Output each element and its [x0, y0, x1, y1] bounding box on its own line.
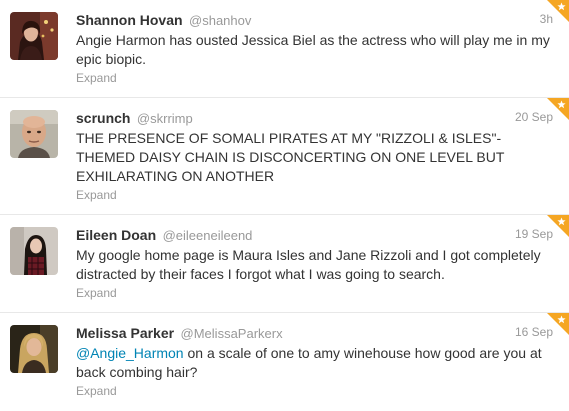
tweet-text: My google home page is Maura Isles and J…: [76, 247, 545, 282]
tweet-content: Eileen Doan @eileeneileend 19 Sep My goo…: [76, 225, 553, 302]
tweet-header: Melissa Parker @MelissaParkerx: [76, 323, 553, 343]
tweet-content: scrunch @skrrimp 20 Sep THE PRESENCE OF …: [76, 108, 553, 204]
tweet-text: @Angie_Harmon on a scale of one to amy w…: [76, 344, 553, 382]
avatar[interactable]: [10, 227, 58, 275]
favorite-star-icon: [547, 0, 569, 22]
tweet-item[interactable]: scrunch @skrrimp 20 Sep THE PRESENCE OF …: [0, 98, 569, 215]
avatar[interactable]: [10, 110, 58, 158]
avatar-photo-icon: [10, 110, 58, 158]
tweet-item[interactable]: Melissa Parker @MelissaParkerx 16 Sep @A…: [0, 313, 569, 411]
avatar-photo-icon: [10, 227, 58, 275]
tweet-header: scrunch @skrrimp: [76, 108, 553, 128]
tweet-content: Melissa Parker @MelissaParkerx 16 Sep @A…: [76, 323, 553, 400]
tweet-author-username[interactable]: @eileeneileend: [163, 228, 253, 243]
tweet-header: Shannon Hovan @shanhov: [76, 10, 553, 30]
expand-link[interactable]: Expand: [76, 383, 553, 400]
tweet-author-name[interactable]: Melissa Parker: [76, 325, 174, 341]
favorite-star-icon: [547, 215, 569, 237]
tweet-author-username[interactable]: @skrrimp: [137, 111, 193, 126]
mention-link[interactable]: @Angie_Harmon: [76, 345, 184, 361]
avatar[interactable]: [10, 12, 58, 60]
avatar-photo-icon: [10, 12, 58, 60]
tweet-author-name[interactable]: Shannon Hovan: [76, 12, 183, 28]
tweet-author-name[interactable]: Eileen Doan: [76, 227, 156, 243]
tweet-text: THE PRESENCE OF SOMALI PIRATES AT MY "RI…: [76, 130, 509, 184]
expand-link[interactable]: Expand: [76, 187, 553, 204]
tweet-header: Eileen Doan @eileeneileend: [76, 225, 553, 245]
tweet-author-username[interactable]: @MelissaParkerx: [181, 326, 283, 341]
expand-link[interactable]: Expand: [76, 70, 553, 87]
tweet-item[interactable]: Eileen Doan @eileeneileend 19 Sep My goo…: [0, 215, 569, 313]
avatar-photo-icon: [10, 325, 58, 373]
expand-link[interactable]: Expand: [76, 285, 553, 302]
tweet-text: Angie Harmon has ousted Jessica Biel as …: [76, 32, 554, 67]
tweet-author-username[interactable]: @shanhov: [189, 13, 251, 28]
tweet-item[interactable]: Shannon Hovan @shanhov 3h Angie Harmon h…: [0, 0, 569, 98]
favorite-star-icon: [547, 313, 569, 335]
avatar[interactable]: [10, 325, 58, 373]
favorite-star-icon: [547, 98, 569, 120]
tweet-content: Shannon Hovan @shanhov 3h Angie Harmon h…: [76, 10, 553, 87]
tweet-author-name[interactable]: scrunch: [76, 110, 130, 126]
tweet-timeline: Shannon Hovan @shanhov 3h Angie Harmon h…: [0, 0, 569, 411]
